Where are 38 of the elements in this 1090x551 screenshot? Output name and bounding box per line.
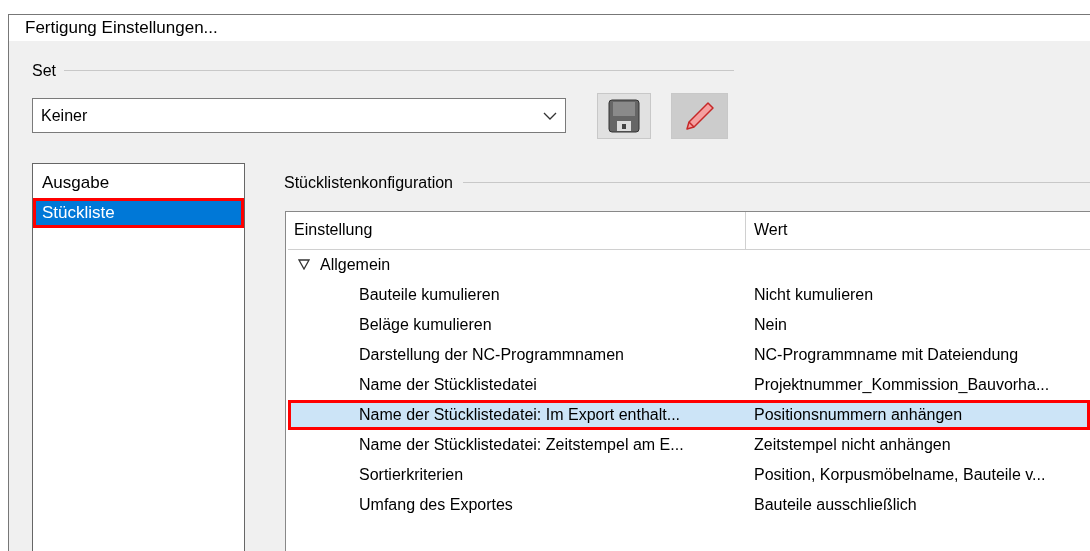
save-button[interactable]: [597, 92, 651, 139]
setting-row[interactable]: Name der Stücklistedatei Projektnummer_Kommission_Bauvorha...: [288, 369, 1090, 400]
setting-name: Darstellung der NC-Programmnamen: [358, 344, 625, 365]
window-title: Fertigung Einstellungen...: [25, 17, 218, 39]
setting-value: Position, Korpusmöbelname, Bauteile v...: [753, 464, 1046, 485]
set-dropdown[interactable]: Keiner: [32, 98, 566, 133]
setting-name: Name der Stücklistedatei: [358, 374, 538, 395]
setting-value: Zeitstempel nicht anhängen: [753, 434, 951, 455]
setting-row[interactable]: Name der Stücklistedatei: Im Export enthalt... Positionsnummern anhängen: [288, 399, 1090, 430]
setting-name: Name der Stücklistedatei: Im Export enthalt...: [358, 404, 682, 425]
setting-row[interactable]: Sortierkriterien Position, Korpusmöbelname, Bauteile v...: [288, 459, 1090, 490]
setting-name: Umfang des Exportes: [358, 494, 514, 515]
setting-row[interactable]: Umfang des Exportes Bauteile ausschließlich: [288, 489, 1090, 520]
edit-button[interactable]: [671, 92, 728, 139]
group-label: Set: [32, 60, 56, 81]
setting-row[interactable]: Name der Stücklistedatei: Zeitstempel am E... Zeitstempel nicht anhängen: [288, 429, 1090, 460]
setting-name: Name der Stücklistedatei: Zeitstempel am E...: [358, 434, 685, 455]
chevron-down-icon: [543, 111, 557, 120]
setting-value: Nein: [753, 314, 787, 335]
group-row-label: Allgemein: [320, 254, 391, 275]
setting-value: NC-Programmname mit Dateiendung: [753, 344, 1019, 365]
group-label: Stücklistenkonfiguration: [284, 172, 453, 193]
setting-name: Sortierkriterien: [358, 464, 465, 485]
category-item[interactable]: Ausgabe: [33, 167, 244, 198]
setting-name: Beläge kumulieren: [358, 314, 493, 335]
pencil-icon: [683, 99, 716, 132]
setting-name: Bauteile kumulieren: [358, 284, 501, 305]
setting-row[interactable]: Darstellung der NC-Programmnamen NC-Programmname mit Dateiendung: [288, 339, 1090, 370]
setting-row[interactable]: Bauteile kumulieren Nicht kumulieren: [288, 279, 1090, 310]
setting-value: Bauteile ausschließlich: [753, 494, 917, 515]
column-header[interactable]: Wert: [746, 211, 1090, 249]
category-item[interactable]: Stückliste: [33, 197, 244, 228]
setting-value: Projektnummer_Kommission_Bauvorha...: [753, 374, 1050, 395]
setting-row[interactable]: Beläge kumulieren Nein: [288, 309, 1090, 340]
setting-value: Positionsnummern anhängen: [753, 404, 963, 425]
expand-triangle-icon[interactable]: [298, 259, 310, 270]
column-header[interactable]: Einstellung: [288, 211, 746, 249]
setting-value: Nicht kumulieren: [753, 284, 874, 305]
